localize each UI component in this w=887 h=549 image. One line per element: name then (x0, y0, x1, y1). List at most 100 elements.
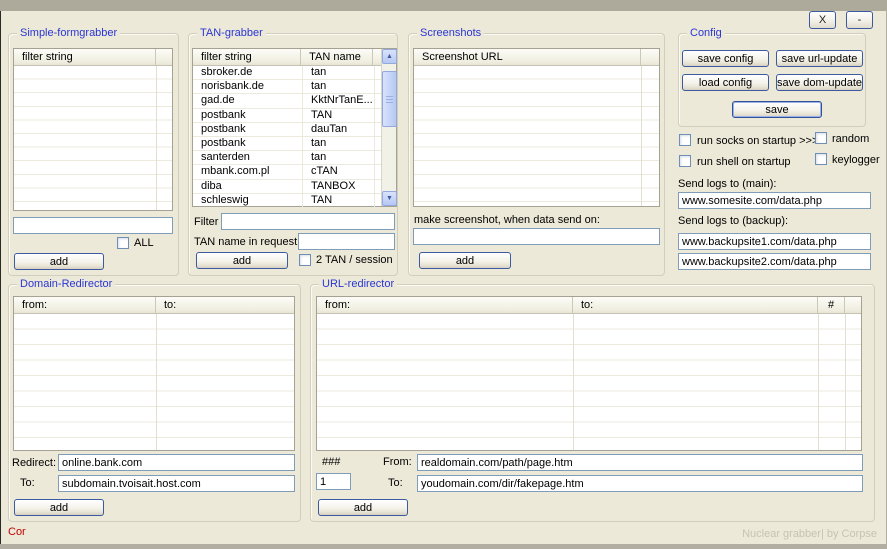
cell-tan: dauTan (303, 123, 375, 136)
send-logs-main-input[interactable] (678, 192, 871, 209)
table-row[interactable]: gad.deKktNrTanE... (193, 94, 381, 108)
table-body[interactable] (14, 314, 294, 450)
load-config-button[interactable]: load config (682, 74, 769, 91)
column-header-to[interactable]: to: (156, 297, 294, 313)
cell-filter: sbroker.de (193, 66, 303, 79)
column-header-to[interactable]: to: (573, 297, 818, 313)
domain-redirect-table[interactable]: from: to: (13, 296, 295, 451)
group-title: Config (687, 27, 725, 39)
run-socks-label: run socks on startup >>> (697, 135, 818, 147)
save-dom-update-button[interactable]: save dom-update (776, 74, 863, 91)
save-button[interactable]: save (732, 101, 822, 118)
keylogger-label: keylogger (832, 154, 880, 166)
count-input[interactable] (316, 473, 351, 490)
save-url-update-button[interactable]: save url-update (776, 50, 863, 67)
cell-tan: tan (303, 151, 375, 164)
formgrabber-filter-input[interactable] (13, 217, 173, 234)
cell-tan: TAN (303, 194, 375, 207)
redirect-label: Redirect: (12, 457, 56, 469)
run-shell-checkbox[interactable] (679, 155, 691, 167)
column-header-tan-name[interactable]: TAN name (301, 49, 373, 65)
url-to-input[interactable] (417, 475, 863, 492)
url-redirect-table[interactable]: from: to: # (316, 296, 862, 451)
close-button[interactable]: X (809, 11, 836, 29)
keylogger-checkbox[interactable] (815, 153, 827, 165)
cell-filter: santerden (193, 151, 303, 164)
redirect-to-label: To: (20, 477, 35, 489)
scrollbar-up-button[interactable]: ▲ (382, 49, 397, 64)
table-row[interactable]: postbanktan (193, 137, 381, 151)
column-header-from[interactable]: from: (14, 297, 156, 313)
cell-filter: diba (193, 180, 303, 193)
list-body[interactable] (414, 66, 659, 206)
column-divider (818, 314, 819, 450)
tan-filter-table[interactable]: filter string TAN name sbroker.detan nor… (192, 48, 397, 207)
two-tan-session-checkbox[interactable] (299, 254, 311, 266)
list-body[interactable] (14, 66, 172, 210)
column-divider (641, 66, 642, 206)
footer-right-text: Nuclear grabber| by Corpse (742, 528, 877, 540)
screenshots-add-button[interactable]: add (419, 252, 511, 269)
url-from-label: From: (383, 456, 412, 468)
scrollbar-thumb[interactable] (382, 71, 397, 127)
column-divider (573, 314, 574, 450)
column-header-spacer (641, 49, 659, 65)
table-body[interactable]: sbroker.detan norisbank.detan gad.deKktN… (193, 66, 381, 206)
minimize-button[interactable]: - (846, 11, 873, 29)
send-logs-backup-label: Send logs to (backup): (678, 215, 788, 227)
table-body[interactable] (317, 314, 861, 450)
scrollbar[interactable]: ▲ ▼ (381, 49, 396, 206)
run-shell-label: run shell on startup (697, 156, 791, 168)
url-from-input[interactable] (417, 454, 863, 471)
url-add-button[interactable]: add (318, 499, 408, 516)
send-logs-backup2-input[interactable] (678, 253, 871, 270)
random-label: random (832, 133, 869, 145)
table-row[interactable]: sbroker.detan (193, 66, 381, 80)
cell-tan: TAN (303, 109, 375, 122)
two-tan-session-label: 2 TAN / session (316, 254, 393, 266)
tan-name-request-label: TAN name in request (194, 236, 297, 248)
all-checkbox[interactable] (117, 237, 129, 249)
tan-filter-input[interactable] (221, 213, 395, 230)
tan-add-button[interactable]: add (196, 252, 288, 269)
table-row[interactable]: postbankdauTan (193, 123, 381, 137)
formgrabber-filter-list[interactable]: filter string (13, 48, 173, 211)
column-header-from[interactable]: from: (317, 297, 573, 313)
screenshot-url-list[interactable]: Screenshot URL (413, 48, 660, 207)
table-row[interactable]: norisbank.detan (193, 80, 381, 94)
table-row[interactable]: santerdentan (193, 151, 381, 165)
cell-filter: gad.de (193, 94, 303, 107)
table-header: filter string TAN name (193, 49, 381, 66)
table-row[interactable]: dibaTANBOX (193, 180, 381, 194)
cell-filter: schleswig (193, 194, 303, 207)
tan-name-request-input[interactable] (298, 233, 395, 250)
random-checkbox[interactable] (815, 132, 827, 144)
send-logs-backup1-input[interactable] (678, 233, 871, 250)
send-logs-main-label: Send logs to (main): (678, 178, 776, 190)
url-to-label: To: (388, 477, 403, 489)
redirect-from-input[interactable] (58, 454, 295, 471)
column-header-count[interactable]: # (818, 297, 845, 313)
screenshot-trigger-input[interactable] (413, 228, 660, 245)
group-title: Simple-formgrabber (17, 27, 120, 39)
column-header-filter-string[interactable]: filter string (193, 49, 301, 65)
redirect-to-input[interactable] (58, 475, 295, 492)
table-row[interactable]: postbankTAN (193, 109, 381, 123)
column-header-screenshot-url[interactable]: Screenshot URL (414, 49, 641, 65)
scrollbar-down-button[interactable]: ▼ (382, 191, 397, 206)
formgrabber-add-button[interactable]: add (14, 253, 104, 270)
cell-tan: KktNrTanE... (303, 94, 375, 107)
group-title: Screenshots (417, 27, 484, 39)
list-header: Screenshot URL (414, 49, 659, 66)
cell-filter: norisbank.de (193, 80, 303, 93)
table-row[interactable]: mbank.com.plcTAN (193, 165, 381, 179)
title-strip (0, 0, 887, 11)
cell-filter: postbank (193, 123, 303, 136)
save-config-button[interactable]: save config (682, 50, 769, 67)
column-header-filter-string[interactable]: filter string (14, 49, 156, 65)
domain-add-button[interactable]: add (14, 499, 104, 516)
column-header-spacer (156, 49, 172, 65)
table-row[interactable]: schleswigTAN (193, 194, 381, 208)
run-socks-checkbox[interactable] (679, 134, 691, 146)
table-header: from: to: (14, 297, 294, 314)
